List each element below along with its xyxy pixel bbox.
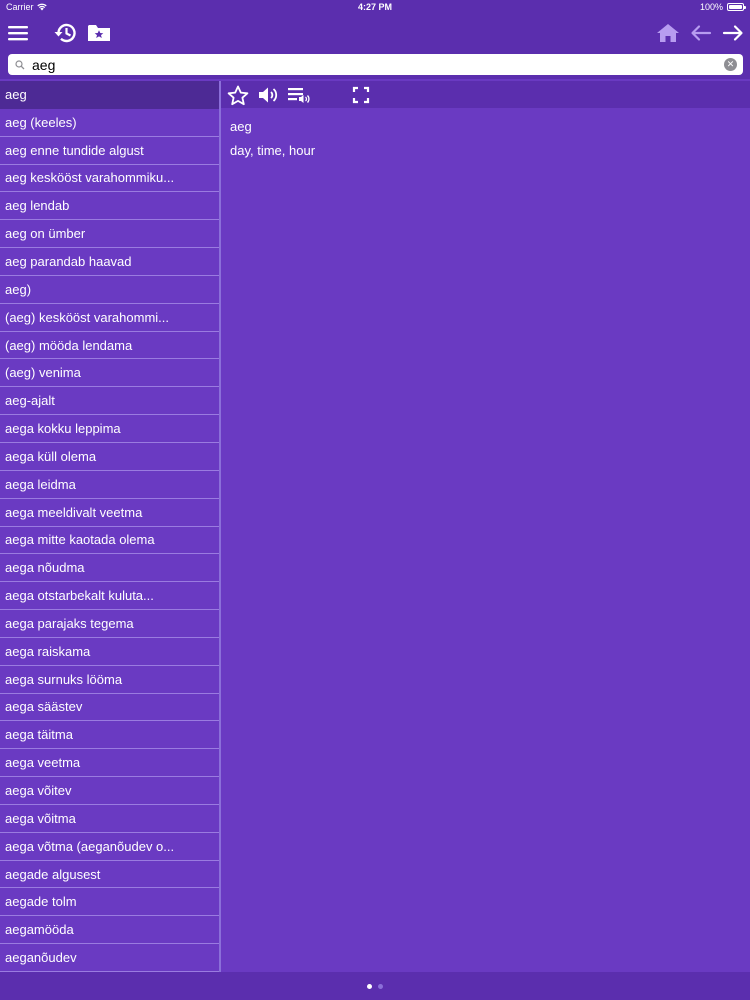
list-item[interactable]: aega võitma: [0, 805, 219, 833]
list-item[interactable]: aegade tolm: [0, 888, 219, 917]
battery-icon: [727, 3, 746, 11]
list-item[interactable]: aeganõudev: [0, 944, 219, 972]
status-bar: Carrier 4:27 PM 100%: [0, 0, 750, 14]
translation-text: day, time, hour: [230, 143, 316, 158]
list-item[interactable]: aega meeldivalt veetma: [0, 499, 219, 527]
list-item[interactable]: (aeg) venima: [0, 359, 219, 388]
page-indicator: [0, 972, 750, 1000]
home-icon: [657, 24, 679, 42]
list-item[interactable]: aega parajaks tegema: [0, 610, 219, 638]
page-dot[interactable]: [378, 983, 383, 989]
list-item[interactable]: aega täitma: [0, 721, 219, 750]
history-icon: [54, 23, 76, 43]
back-arrow-icon: [691, 25, 712, 41]
page-dot-active[interactable]: [367, 983, 372, 989]
pronounce-button[interactable]: [256, 83, 282, 107]
list-item-selected[interactable]: aeg: [0, 81, 219, 109]
playlist-audio-icon: [288, 88, 310, 103]
translation-pane: aeg day, time, hour: [221, 108, 750, 972]
clock: 4:27 PM: [357, 2, 392, 12]
list-item[interactable]: aega veetma: [0, 749, 219, 778]
top-toolbar: [0, 14, 750, 52]
list-item[interactable]: aega surnuks lööma: [0, 666, 219, 694]
list-item[interactable]: aega kokku leppima: [0, 415, 219, 443]
list-item[interactable]: aega mitte kaotada olema: [0, 527, 219, 555]
search-icon: [15, 59, 27, 71]
clear-search-icon[interactable]: ✕: [724, 58, 737, 71]
list-item[interactable]: aeg-ajalt: [0, 387, 219, 416]
list-item[interactable]: aegamööda: [0, 916, 219, 945]
list-item[interactable]: aega leidma: [0, 471, 219, 499]
favorites-button[interactable]: [86, 14, 112, 52]
list-item[interactable]: aeg (keeles): [0, 109, 219, 137]
fullscreen-icon: [352, 86, 370, 104]
list-item[interactable]: aega otstarbekalt kuluta...: [0, 582, 219, 611]
detail-toolbar: [221, 81, 750, 108]
star-icon: [227, 85, 249, 105]
battery-percent: 100%: [699, 2, 723, 12]
fullscreen-button[interactable]: [348, 83, 374, 107]
menu-button[interactable]: [4, 14, 32, 52]
menu-icon: [8, 26, 28, 41]
back-button[interactable]: [688, 14, 714, 52]
search-input[interactable]: [32, 55, 724, 74]
headword: aeg: [230, 119, 252, 134]
forward-arrow-icon: [722, 25, 743, 41]
list-item[interactable]: aeg lendab: [0, 192, 219, 221]
list-item[interactable]: aega nõudma: [0, 554, 219, 583]
list-item[interactable]: aeg parandab haavad: [0, 248, 219, 276]
list-item[interactable]: (aeg) keskööst varahommi...: [0, 304, 219, 332]
history-button[interactable]: [52, 14, 78, 52]
search-box[interactable]: ✕: [8, 54, 743, 75]
search-bar: ✕: [0, 52, 750, 79]
list-item[interactable]: aega võitev: [0, 777, 219, 805]
list-item[interactable]: aeg keskööst varahommiku...: [0, 165, 219, 193]
battery-indicator: 100%: [699, 2, 746, 12]
read-aloud-button[interactable]: [286, 83, 314, 107]
home-button[interactable]: [655, 14, 681, 52]
favorites-folder-icon: [88, 25, 110, 41]
list-item[interactable]: aega säästev: [0, 694, 219, 722]
list-item[interactable]: aega küll olema: [0, 443, 219, 471]
list-item[interactable]: aegade algusest: [0, 861, 219, 889]
forward-button[interactable]: [720, 14, 746, 52]
list-item[interactable]: aeg enne tundide algust: [0, 137, 219, 165]
list-item[interactable]: aega raiskama: [0, 638, 219, 666]
word-list: aeg aeg (keeles) aeg enne tundide algust ae…: [0, 81, 219, 972]
list-item[interactable]: aeg): [0, 276, 219, 304]
list-item[interactable]: aega võtma (aeganõudev o...: [0, 833, 219, 861]
speaker-icon: [259, 87, 278, 103]
list-item[interactable]: aeg on ümber: [0, 220, 219, 249]
list-item[interactable]: (aeg) mööda lendama: [0, 332, 219, 360]
favorite-button[interactable]: [225, 83, 251, 107]
